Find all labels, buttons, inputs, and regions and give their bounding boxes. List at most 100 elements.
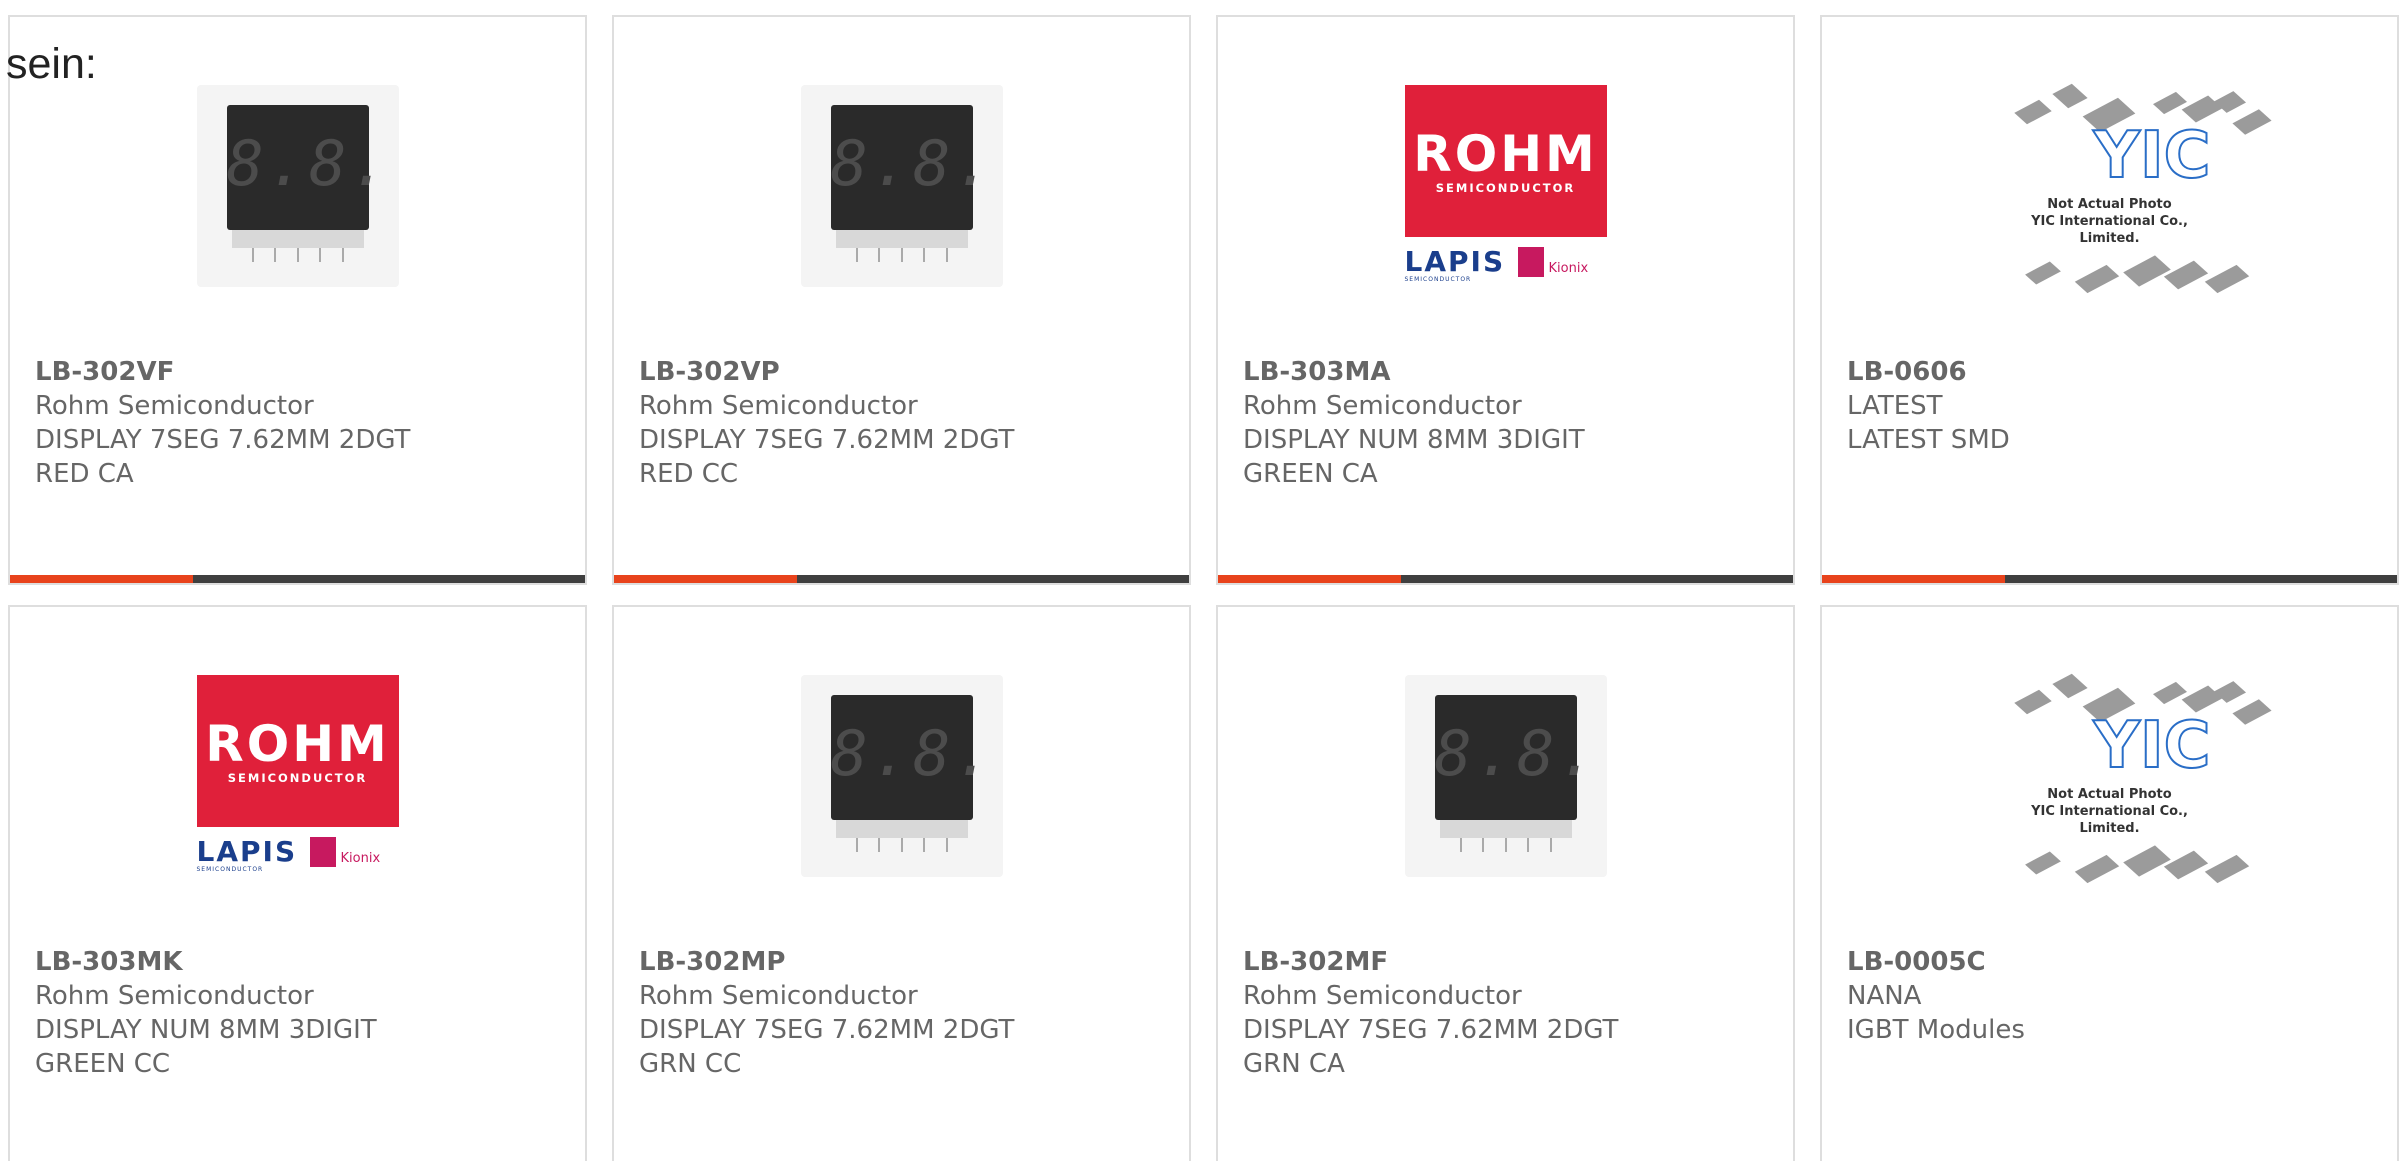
yic-caption-line-2: YIC International Co., Limited. [2031,214,2188,246]
card-accent-bar [1822,575,2397,583]
manufacturer: NANA [1847,981,1922,1011]
chip-icon [2152,681,2187,705]
yic-placeholder-photo: YIC Not Actual Photo YIC International Co.… [2009,656,2272,896]
manufacturer: Rohm Semiconductor [35,391,314,421]
product-card[interactable]: 8.8.LB-302VP LB-302VPRohm Semiconductor DI… [612,15,1191,585]
card-accent-highlight [614,575,797,583]
manufacturer: LATEST [1847,391,1943,421]
yic-caption-line-1: Not Actual Photo [2047,787,2172,802]
chip-icon [2051,673,2088,699]
led-pin [1459,838,1462,852]
product-card[interactable]: 8.8.LB-302VP LB-302MFRohm Semiconductor DI… [1216,605,1795,1161]
description-line-2: GRN CA [1243,1049,1345,1079]
part-number-link[interactable]: LB-0606 [1847,355,2010,389]
rohm-red-block: ROHM SEMICONDUCTOR [196,675,399,827]
led-pin [945,838,948,852]
rohm-red-block: ROHM SEMICONDUCTOR [1404,85,1607,237]
page: sein: 8.8.LB-302VPLB-302VFRohm Semicondu… [0,0,2400,1161]
product-image[interactable]: 8.8.LB-302VP [1404,675,1607,877]
product-image[interactable]: YIC Not Actual Photo YIC International Co.… [2009,83,2272,294]
yic-caption-line-1: Not Actual Photo [2047,197,2172,212]
product-card[interactable]: YIC Not Actual Photo YIC International Co.… [1820,15,2399,585]
yic-logo: YIC [2093,119,2212,193]
led-pin [945,248,948,262]
kionix-icon [309,837,336,867]
part-number-link[interactable]: LB-303MA [1243,355,1585,389]
description-line-1: DISPLAY 7SEG 7.62MM 2DGT [639,425,1015,455]
part-number-link[interactable]: LB-302VF [35,355,410,389]
chip-icon [2024,851,2061,875]
rohm-subline: SEMICONDUCTOR [227,771,368,785]
description-line-2: RED CA [35,459,134,489]
led-pin [878,838,880,852]
product-info: LB-302VP Rohm Semiconductor DISPLAY 7SEG 7… [639,355,1014,491]
led-base [835,820,968,838]
led-digits: 8.8. [830,127,996,200]
rohm-logo: ROHM SEMICONDUCTOR LAPIS SEMICONDUCTOR Kioni… [1404,85,1607,287]
led-display-photo: 8.8.LB-302VP [800,675,1003,877]
chip-icon [2204,854,2249,884]
description-line-1: IGBT Modules [1847,1015,2025,1045]
led-pin [923,248,925,262]
led-display-photo: 8.8.LB-302VP [800,85,1003,287]
led-pin [878,248,880,262]
chip-icon [2074,854,2119,884]
led-pin [923,838,925,852]
card-accent-highlight [10,575,193,583]
yic-placeholder-photo: YIC Not Actual Photo YIC International Co.… [2009,66,2272,306]
led-digits: 8.8. [830,717,996,790]
led-pins [1459,838,1552,852]
product-image[interactable]: ROHM SEMICONDUCTOR LAPIS SEMICONDUCTOR Kioni… [1404,85,1607,287]
description-line-1: DISPLAY 7SEG 7.62MM 2DGT [1243,1015,1619,1045]
card-accent-bar [1218,575,1793,583]
manufacturer: Rohm Semiconductor [639,981,918,1011]
product-card[interactable]: 8.8.LB-302VP LB-302VFRohm Semiconductor DI… [8,15,587,585]
led-digits: 8.8. [226,127,392,200]
led-base [1439,820,1572,838]
chip-icon [2163,260,2208,290]
product-card[interactable]: YIC Not Actual Photo YIC International Co.… [1820,605,2399,1161]
product-image[interactable]: 8.8.LB-302VP [800,675,1003,877]
led-pins [855,838,948,852]
product-grid: 8.8.LB-302VPLB-302VFRohm SemiconductorDI… [8,15,2399,1161]
led-base [835,230,968,248]
part-number-link[interactable]: LB-303MK [35,945,377,979]
part-number-link[interactable]: LB-302VP [639,355,1014,389]
partner-logos: LAPIS SEMICONDUCTOR Kionix [197,833,399,877]
product-card[interactable]: ROHM SEMICONDUCTOR LAPIS SEMICONDUCTOR Kioni… [1216,15,1795,585]
product-info: LB-303MA Rohm Semiconductor DISPLAY NUM 8M… [1243,355,1585,491]
product-info: LB-302MP Rohm Semiconductor DISPLAY 7SEG 7… [639,945,1014,1081]
chip-icon [2013,99,2052,125]
product-image[interactable]: YIC Not Actual Photo YIC International Co.… [2009,673,2272,884]
part-number-link[interactable]: LB-302MF [1243,945,1618,979]
product-image[interactable]: 8.8.LB-302VP [196,85,399,287]
product-info: LB-302MF Rohm Semiconductor DISPLAY 7SEG 7… [1243,945,1618,1081]
chip-icon [2122,845,2171,877]
description-line-2: GREEN CC [35,1049,171,1079]
card-accent-bar [10,575,585,583]
product-image[interactable]: 8.8.LB-302VP [800,85,1003,287]
led-pin [1504,838,1507,852]
product-card[interactable]: ROHM SEMICONDUCTOR LAPIS SEMICONDUCTOR Kioni… [8,605,587,1161]
product-image[interactable]: ROHM SEMICONDUCTOR LAPIS SEMICONDUCTOR Kioni… [196,675,399,877]
product-info: LB-303MK Rohm Semiconductor DISPLAY NUM 8M… [35,945,377,1081]
led-body: 8.8.LB-302VP [1434,695,1596,833]
led-pin [1527,838,1529,852]
product-card[interactable]: 8.8.LB-302VP LB-302MPRohm Semiconductor DI… [612,605,1191,1161]
led-pins [251,248,344,262]
led-display-photo: 8.8.LB-302VP [196,85,399,287]
led-pin [855,248,858,262]
part-number-link[interactable]: LB-302MP [639,945,1014,979]
led-base [231,230,364,248]
led-pin [1482,838,1484,852]
led-body: 8.8.LB-302VP [226,105,392,243]
led-pin [900,838,903,852]
led-pin [274,248,276,262]
rohm-wordmark: ROHM [205,715,390,773]
product-info: LB-0005C NANA IGBT Modules [1847,945,2025,1047]
description-line-1: DISPLAY NUM 8MM 3DIGIT [1243,425,1585,455]
rohm-wordmark: ROHM [1413,125,1598,183]
card-accent-highlight [1822,575,2005,583]
part-number-link[interactable]: LB-0005C [1847,945,2025,979]
led-pin [251,248,254,262]
